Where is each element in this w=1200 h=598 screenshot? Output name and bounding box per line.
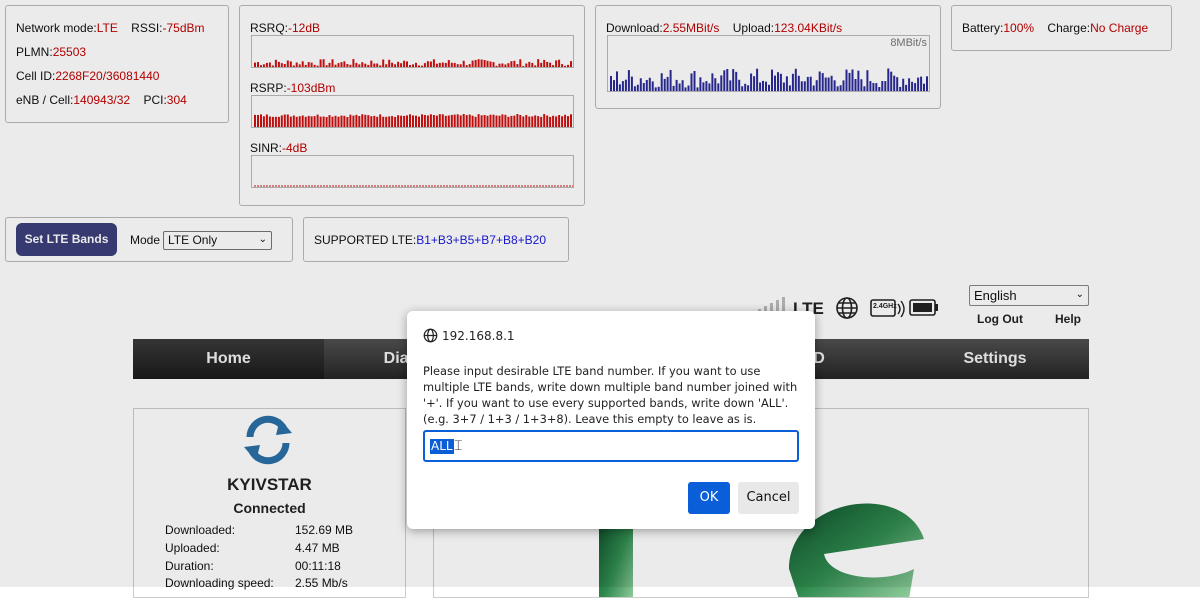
text-cursor-icon: ⌶: [454, 438, 463, 454]
prompt-dialog: 192.168.8.1 Please input desirable LTE b…: [407, 311, 815, 529]
band-input-value: ALL: [430, 439, 454, 454]
globe-icon: [423, 328, 438, 343]
dialog-message: Please input desirable LTE band number. …: [423, 364, 798, 426]
dialog-host: 192.168.8.1: [442, 329, 515, 343]
cancel-button[interactable]: Cancel: [738, 482, 799, 514]
band-input[interactable]: ALL ⌶: [423, 430, 799, 462]
ok-button[interactable]: OK: [688, 482, 730, 514]
